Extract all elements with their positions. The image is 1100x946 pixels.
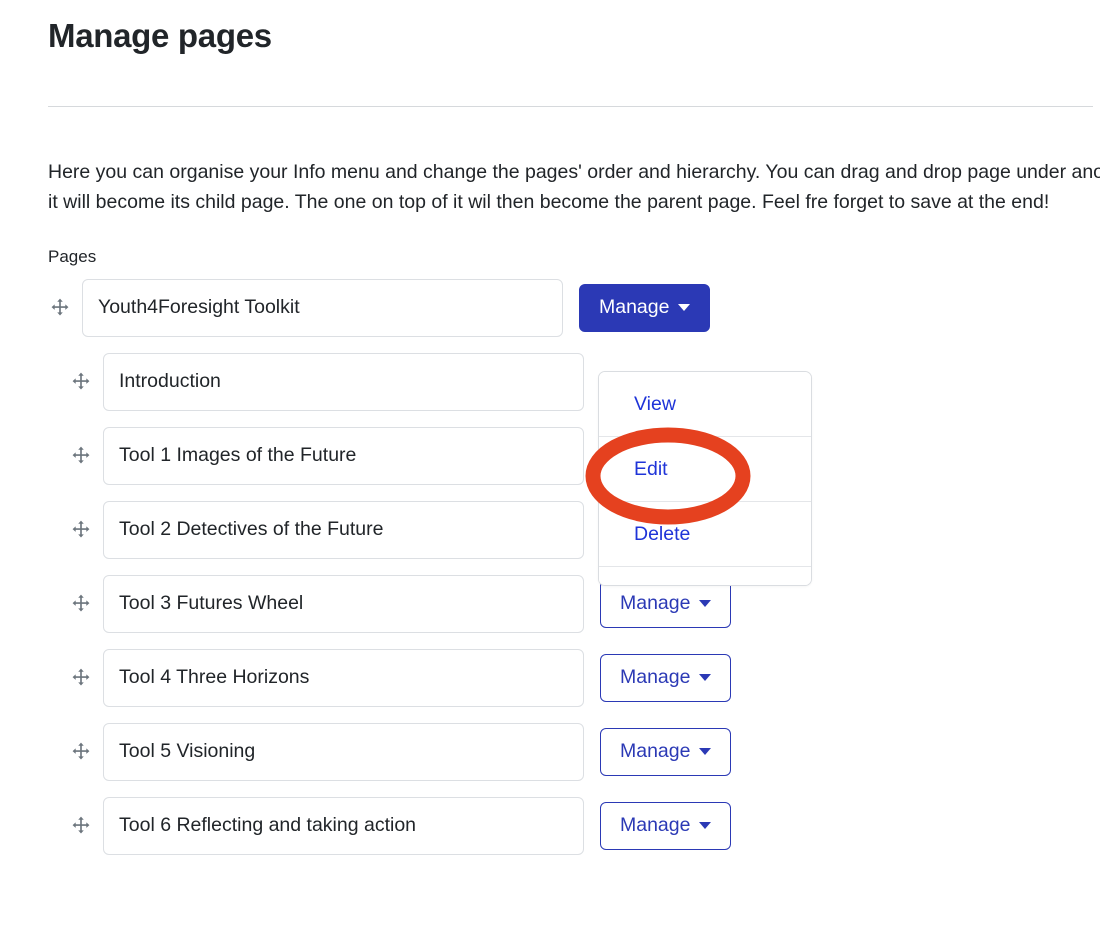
page-row: Tool 2 Detectives of the Future Manage (48, 500, 1100, 560)
chevron-down-icon (699, 600, 711, 607)
page-title-field[interactable]: Introduction (103, 353, 584, 411)
move-arrows-icon[interactable] (69, 666, 93, 690)
page-title: Manage pages (48, 0, 1100, 56)
page-row: Tool 1 Images of the Future Manage (48, 426, 1100, 486)
move-arrows-icon[interactable] (69, 370, 93, 394)
dropdown-item-edit[interactable]: Edit (599, 437, 811, 502)
manage-button[interactable]: Manage (600, 802, 731, 850)
page-content: Manage pages Here you can organise your … (48, 0, 1100, 870)
page-row: Tool 3 Futures Wheel Manage (48, 574, 1100, 634)
manage-button[interactable]: Manage (600, 728, 731, 776)
page-title-field[interactable]: Tool 1 Images of the Future (103, 427, 584, 485)
manage-button[interactable]: Manage (600, 580, 731, 628)
move-arrows-icon[interactable] (48, 296, 72, 320)
page-title-field[interactable]: Tool 5 Visioning (103, 723, 584, 781)
manage-dropdown-wrap: Manage (600, 654, 731, 702)
manage-button-label: Manage (620, 594, 690, 614)
manage-button-label: Manage (599, 298, 669, 318)
page-row: Youth4Foresight Toolkit Manage (48, 278, 1100, 338)
move-arrows-icon[interactable] (69, 740, 93, 764)
manage-dropdown-menu: View Edit Delete (598, 371, 812, 586)
page-title-field[interactable]: Tool 3 Futures Wheel (103, 575, 584, 633)
manage-button-open[interactable]: Manage (579, 284, 710, 332)
page-row: Tool 5 Visioning Manage (48, 722, 1100, 782)
move-arrows-icon[interactable] (69, 518, 93, 542)
manage-button-label: Manage (620, 816, 690, 836)
page-row: Tool 6 Reflecting and taking action Mana… (48, 796, 1100, 856)
manage-dropdown-wrap: Manage (600, 580, 731, 628)
page-title-field[interactable]: Youth4Foresight Toolkit (82, 279, 563, 337)
dropdown-item-delete[interactable]: Delete (599, 502, 811, 567)
chevron-down-icon (678, 304, 690, 311)
dropdown-tail (599, 567, 811, 585)
move-arrows-icon[interactable] (69, 814, 93, 838)
page-title-field[interactable]: Tool 6 Reflecting and taking action (103, 797, 584, 855)
manage-pages-page: Manage pages Here you can organise your … (0, 0, 1100, 946)
dropdown-item-view[interactable]: View (599, 372, 811, 437)
manage-button-label: Manage (620, 742, 690, 762)
manage-dropdown-wrap: Manage (600, 728, 731, 776)
manage-dropdown-wrap: Manage (579, 284, 710, 332)
chevron-down-icon (699, 822, 711, 829)
manage-button[interactable]: Manage (600, 654, 731, 702)
pages-list: Youth4Foresight Toolkit Manage Introduct… (48, 278, 1100, 856)
move-arrows-icon[interactable] (69, 444, 93, 468)
chevron-down-icon (699, 674, 711, 681)
page-row: Tool 4 Three Horizons Manage (48, 648, 1100, 708)
manage-dropdown-wrap: Manage (600, 802, 731, 850)
page-title-field[interactable]: Tool 2 Detectives of the Future (103, 501, 584, 559)
page-title-field[interactable]: Tool 4 Three Horizons (103, 649, 584, 707)
intro-paragraph: Here you can organise your Info menu and… (48, 107, 1100, 217)
page-row: Introduction Manage (48, 352, 1100, 412)
chevron-down-icon (699, 748, 711, 755)
move-arrows-icon[interactable] (69, 592, 93, 616)
pages-label: Pages (48, 217, 1100, 268)
manage-button-label: Manage (620, 668, 690, 688)
